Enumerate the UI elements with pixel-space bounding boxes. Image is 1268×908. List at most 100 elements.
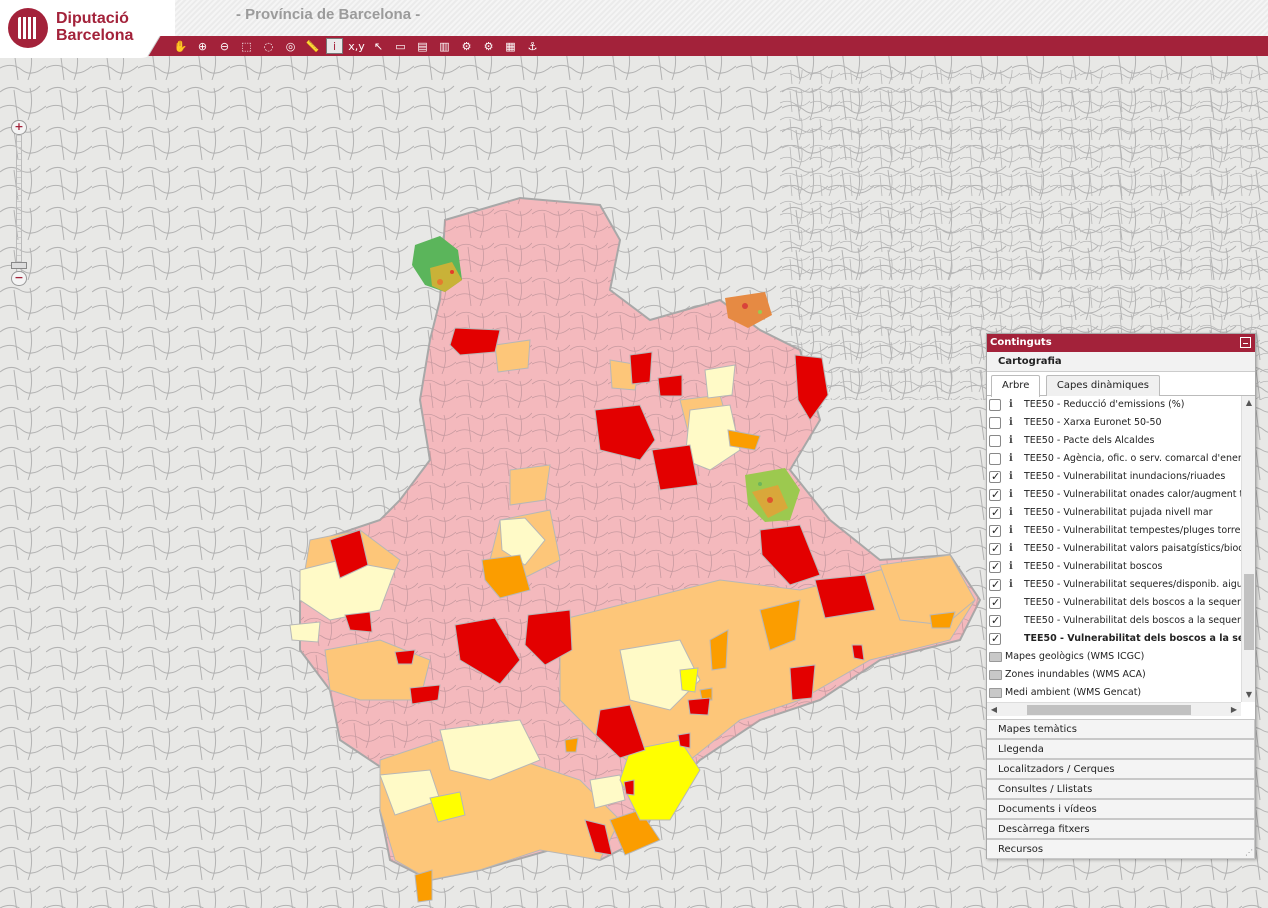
info-icon[interactable]: i <box>1009 432 1013 450</box>
settings-icon[interactable]: ⚙ <box>458 38 475 54</box>
tab-capes-dinamiques[interactable]: Capes dinàmiques <box>1045 375 1161 396</box>
layer-checkbox[interactable] <box>989 417 1001 429</box>
tab-arbre[interactable]: Arbre <box>991 375 1041 397</box>
layer-checkbox[interactable] <box>989 468 1001 486</box>
export-icon[interactable]: ▥ <box>436 38 453 54</box>
layer-checkbox[interactable] <box>989 399 1001 411</box>
info-icon[interactable]: i <box>1009 414 1013 432</box>
layers-icon[interactable]: ▦ <box>502 38 519 54</box>
layer-row[interactable]: i TEE50 - Reducció d'emissions (%) <box>987 396 1241 414</box>
zoom-out-icon[interactable]: ⊖ <box>216 38 233 54</box>
layer-checkbox[interactable] <box>989 540 1001 558</box>
pan-hand-icon[interactable]: ✋ <box>172 38 189 54</box>
layer-label: TEE50 - Vulnerabilitat dels boscos a la … <box>1024 633 1241 644</box>
info-icon[interactable]: i <box>1009 486 1013 504</box>
layer-row[interactable]: TEE50 - Vulnerabilitat dels boscos a la … <box>987 630 1241 648</box>
help-icon[interactable]: ⚓ <box>524 38 541 54</box>
accordion-section[interactable]: Descàrrega fitxers <box>987 819 1255 839</box>
layer-label: TEE50 - Vulnerabilitat sequeres/disponib… <box>1024 579 1241 590</box>
accordion-section[interactable]: Llegenda <box>987 739 1255 759</box>
scroll-up-icon[interactable]: ▲ <box>1242 396 1256 410</box>
panel-sections: Mapes temàtics Llegenda Localitzadors / Ce… <box>987 719 1255 859</box>
layer-label: TEE50 - Vulnerabilitat dels boscos a la … <box>1024 615 1241 626</box>
zoom-rail[interactable] <box>16 135 22 273</box>
layer-row[interactable]: i TEE50 - Vulnerabilitat onades calor/aug… <box>987 486 1241 504</box>
scroll-right-icon[interactable]: ▶ <box>1227 703 1241 717</box>
cartography-section-title: Cartografia <box>987 352 1255 372</box>
layer-row[interactable]: i TEE50 - Vulnerabilitat sequeres/disponi… <box>987 576 1241 594</box>
folder-label: Mapes geològics (WMS ICGC) <box>1005 651 1145 662</box>
folder-label: Zones inundables (WMS ACA) <box>1005 669 1146 680</box>
zoom-in-icon[interactable]: ⊕ <box>194 38 211 54</box>
resize-grip-icon[interactable]: ⋰ <box>1245 848 1253 857</box>
layer-row[interactable]: TEE50 - Vulnerabilitat dels boscos a la … <box>987 594 1241 612</box>
layer-row[interactable]: i TEE50 - Vulnerabilitat pujada nivell ma… <box>987 504 1241 522</box>
scroll-left-icon[interactable]: ◀ <box>987 703 1001 717</box>
layer-row[interactable]: i TEE50 - Vulnerabilitat valors paisatgís… <box>987 540 1241 558</box>
layer-checkbox[interactable] <box>989 486 1001 504</box>
layer-label: TEE50 - Vulnerabilitat onades calor/augm… <box>1024 489 1241 500</box>
layer-label: TEE50 - Vulnerabilitat pujada nivell mar <box>1024 507 1213 518</box>
layer-checkbox[interactable] <box>989 576 1001 594</box>
info-icon[interactable]: i <box>1009 540 1013 558</box>
scroll-thumb[interactable] <box>1244 574 1254 650</box>
layer-folder[interactable]: Mapes geològics (WMS ICGC) <box>987 648 1241 666</box>
brand-name: Diputació Barcelona <box>56 10 133 44</box>
zoom-out-button[interactable]: − <box>11 271 27 286</box>
layer-row[interactable]: i TEE50 - Xarxa Euronet 50-50 <box>987 414 1241 432</box>
layer-folder[interactable]: Zones inundables (WMS ACA) <box>987 666 1241 684</box>
info-icon[interactable]: i <box>1009 558 1013 576</box>
page-title: - Província de Barcelona - <box>236 6 421 23</box>
scroll-thumb[interactable] <box>1027 705 1191 715</box>
scroll-down-icon[interactable]: ▼ <box>1242 688 1256 702</box>
coordinates-icon[interactable]: x,y <box>348 38 365 54</box>
tools-icon[interactable]: ⚙ <box>480 38 497 54</box>
layer-checkbox[interactable] <box>989 630 1001 648</box>
zoom-thumb[interactable] <box>11 262 27 269</box>
layer-label: TEE50 - Pacte dels Alcaldes <box>1024 435 1155 446</box>
info-icon[interactable]: i <box>1009 468 1013 486</box>
info-icon[interactable]: i <box>1009 450 1013 468</box>
layer-row[interactable]: i TEE50 - Pacte dels Alcaldes <box>987 432 1241 450</box>
layer-checkbox[interactable] <box>989 453 1001 465</box>
layer-checkbox[interactable] <box>989 594 1001 612</box>
layer-row[interactable]: i TEE50 - Agència, ofic. o serv. comarcal… <box>987 450 1241 468</box>
accordion-section[interactable]: Consultes / Llistats <box>987 779 1255 799</box>
layer-folder[interactable]: Medi ambient (WMS Gencat) <box>987 684 1241 702</box>
zoom-previous-icon[interactable]: ◌ <box>260 38 277 54</box>
print-icon[interactable]: ▤ <box>414 38 431 54</box>
layer-checkbox[interactable] <box>989 612 1001 630</box>
accordion-section[interactable]: Documents i vídeos <box>987 799 1255 819</box>
info-icon[interactable]: i <box>1009 504 1013 522</box>
layer-row[interactable]: i TEE50 - Vulnerabilitat tempestes/pluges… <box>987 522 1241 540</box>
pointer-coordinates-icon[interactable]: ↖ <box>370 38 387 54</box>
accordion-section[interactable]: Mapes temàtics <box>987 719 1255 739</box>
zoom-slider[interactable]: + − <box>11 120 27 288</box>
info-icon[interactable]: i <box>1009 396 1013 414</box>
accordion-section[interactable]: Localitzadors / Cerques <box>987 759 1255 779</box>
layer-label: TEE50 - Reducció d'emissions (%) <box>1024 399 1185 410</box>
layer-label: TEE50 - Agència, ofic. o serv. comarcal … <box>1024 453 1241 464</box>
comment-icon[interactable]: ▭ <box>392 38 409 54</box>
horizontal-scrollbar[interactable]: ◀ ▶ <box>987 702 1241 716</box>
measure-ruler-icon[interactable]: 📏 <box>304 38 321 54</box>
info-icon[interactable]: i <box>326 38 343 54</box>
logo[interactable]: Diputació Barcelona <box>0 0 175 58</box>
layer-label: TEE50 - Vulnerabilitat boscos <box>1024 561 1163 572</box>
info-icon[interactable]: i <box>1009 522 1013 540</box>
layer-row[interactable]: i TEE50 - Vulnerabilitat inundacions/riua… <box>987 468 1241 486</box>
zoom-box-icon[interactable]: ⬚ <box>238 38 255 54</box>
layer-row[interactable]: TEE50 - Vulnerabilitat dels boscos a la … <box>987 612 1241 630</box>
zoom-in-button[interactable]: + <box>11 120 27 135</box>
minimize-icon[interactable] <box>1240 337 1251 348</box>
layer-checkbox[interactable] <box>989 504 1001 522</box>
layer-checkbox[interactable] <box>989 558 1001 576</box>
info-icon[interactable]: i <box>1009 576 1013 594</box>
layer-row[interactable]: i TEE50 - Vulnerabilitat boscos <box>987 558 1241 576</box>
layer-checkbox[interactable] <box>989 522 1001 540</box>
accordion-section[interactable]: Recursos <box>987 839 1255 859</box>
brand-line-2: Barcelona <box>56 27 134 44</box>
vertical-scrollbar[interactable]: ▲ ▼ <box>1241 396 1255 702</box>
layer-checkbox[interactable] <box>989 435 1001 447</box>
zoom-next-icon[interactable]: ◎ <box>282 38 299 54</box>
